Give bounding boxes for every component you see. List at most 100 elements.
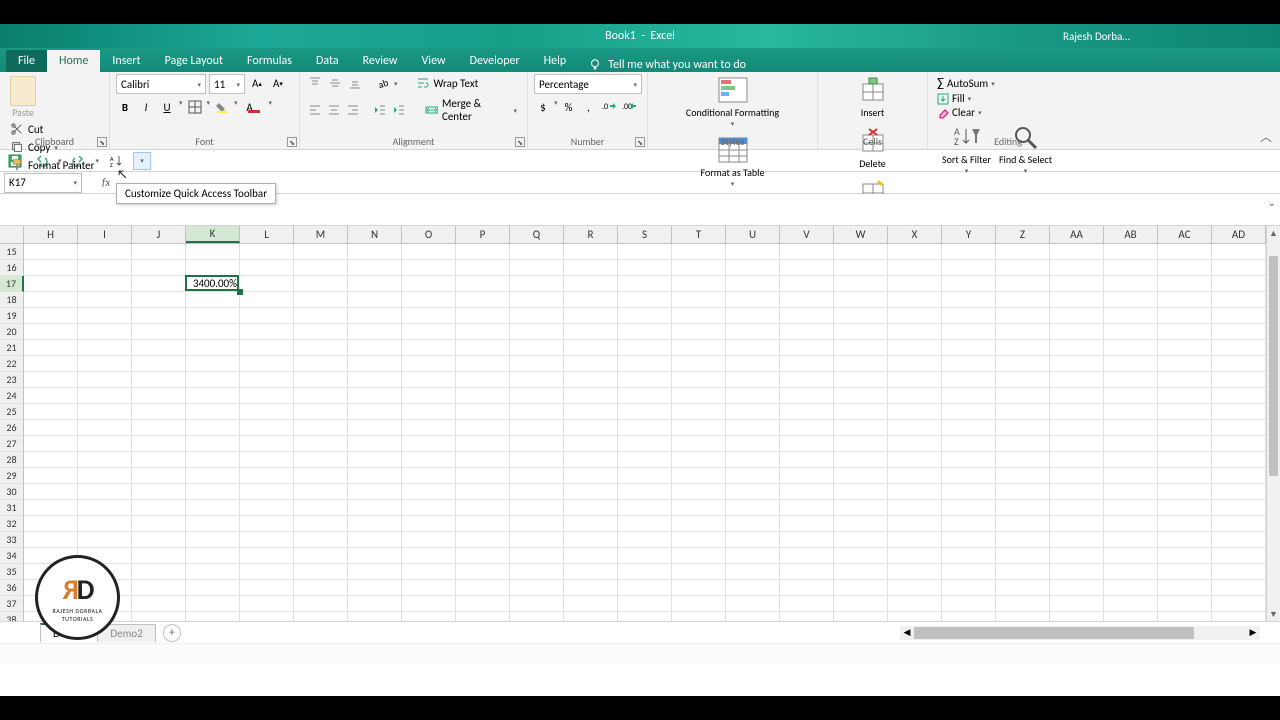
cell-Q16[interactable]: [510, 260, 564, 276]
cell-V31[interactable]: [780, 500, 834, 516]
fill-button[interactable]: Fill ▾: [934, 92, 1082, 105]
cell-Z17[interactable]: [996, 276, 1050, 292]
font-size-combo[interactable]: 11▾: [209, 74, 245, 94]
cell-I23[interactable]: [78, 372, 132, 388]
cell-N38[interactable]: [348, 612, 402, 621]
cell-K25[interactable]: [186, 404, 240, 420]
cell-K29[interactable]: [186, 468, 240, 484]
cell-M36[interactable]: [294, 580, 348, 596]
col-header-V[interactable]: V: [780, 226, 834, 243]
cell-H18[interactable]: [24, 292, 78, 308]
cell-I22[interactable]: [78, 356, 132, 372]
cell-J28[interactable]: [132, 452, 186, 468]
cell-AD23[interactable]: [1212, 372, 1266, 388]
cell-I33[interactable]: [78, 532, 132, 548]
col-header-Z[interactable]: Z: [996, 226, 1050, 243]
tell-me-search[interactable]: Tell me what you want to do: [588, 58, 746, 72]
cell-L27[interactable]: [240, 436, 294, 452]
cell-Q33[interactable]: [510, 532, 564, 548]
cell-N21[interactable]: [348, 340, 402, 356]
cell-I26[interactable]: [78, 420, 132, 436]
cell-O26[interactable]: [402, 420, 456, 436]
cell-M35[interactable]: [294, 564, 348, 580]
cell-T16[interactable]: [672, 260, 726, 276]
cell-W31[interactable]: [834, 500, 888, 516]
tab-insert[interactable]: Insert: [100, 50, 152, 72]
cell-AC33[interactable]: [1158, 532, 1212, 548]
col-header-I[interactable]: I: [78, 226, 132, 243]
chevron-down-icon[interactable]: ▾: [234, 98, 238, 116]
cell-P24[interactable]: [456, 388, 510, 404]
cell-AB18[interactable]: [1104, 292, 1158, 308]
cell-W26[interactable]: [834, 420, 888, 436]
cell-Y17[interactable]: [942, 276, 996, 292]
cell-Q37[interactable]: [510, 596, 564, 612]
cell-Z31[interactable]: [996, 500, 1050, 516]
cell-AB21[interactable]: [1104, 340, 1158, 356]
cell-T24[interactable]: [672, 388, 726, 404]
cell-O21[interactable]: [402, 340, 456, 356]
cell-X23[interactable]: [888, 372, 942, 388]
cell-V23[interactable]: [780, 372, 834, 388]
chevron-down-icon[interactable]: ▾: [179, 98, 183, 116]
cell-AB15[interactable]: [1104, 244, 1158, 260]
cell-I20[interactable]: [78, 324, 132, 340]
cell-Y20[interactable]: [942, 324, 996, 340]
row-header-18[interactable]: 18: [0, 292, 24, 308]
cell-H31[interactable]: [24, 500, 78, 516]
cell-Z20[interactable]: [996, 324, 1050, 340]
cell-AA31[interactable]: [1050, 500, 1104, 516]
row-header-32[interactable]: 32: [0, 516, 24, 532]
cell-N18[interactable]: [348, 292, 402, 308]
cell-Y23[interactable]: [942, 372, 996, 388]
cell-X15[interactable]: [888, 244, 942, 260]
cell-AA36[interactable]: [1050, 580, 1104, 596]
cell-I27[interactable]: [78, 436, 132, 452]
cell-V37[interactable]: [780, 596, 834, 612]
cell-U21[interactable]: [726, 340, 780, 356]
cell-R35[interactable]: [564, 564, 618, 580]
cell-AB31[interactable]: [1104, 500, 1158, 516]
font-color-button[interactable]: A: [241, 98, 259, 116]
cell-S28[interactable]: [618, 452, 672, 468]
cell-AD26[interactable]: [1212, 420, 1266, 436]
cell-M28[interactable]: [294, 452, 348, 468]
cell-J19[interactable]: [132, 308, 186, 324]
chevron-down-icon[interactable]: ▾: [269, 98, 273, 116]
cell-R34[interactable]: [564, 548, 618, 564]
cell-M17[interactable]: [294, 276, 348, 292]
cell-Y30[interactable]: [942, 484, 996, 500]
orientation-button[interactable]: ab: [374, 74, 392, 92]
cell-H17[interactable]: [24, 276, 78, 292]
cell-U35[interactable]: [726, 564, 780, 580]
cell-O15[interactable]: [402, 244, 456, 260]
cell-Q15[interactable]: [510, 244, 564, 260]
cell-Q34[interactable]: [510, 548, 564, 564]
cell-H28[interactable]: [24, 452, 78, 468]
cell-L33[interactable]: [240, 532, 294, 548]
cell-R37[interactable]: [564, 596, 618, 612]
cell-Q24[interactable]: [510, 388, 564, 404]
cell-T29[interactable]: [672, 468, 726, 484]
cell-L15[interactable]: [240, 244, 294, 260]
cell-AA27[interactable]: [1050, 436, 1104, 452]
tab-review[interactable]: Review: [351, 50, 410, 72]
cell-AD19[interactable]: [1212, 308, 1266, 324]
cell-X26[interactable]: [888, 420, 942, 436]
add-sheet-button[interactable]: +: [163, 624, 181, 642]
number-format-combo[interactable]: Percentage▾: [534, 74, 642, 94]
cell-R32[interactable]: [564, 516, 618, 532]
cell-M33[interactable]: [294, 532, 348, 548]
col-header-Y[interactable]: Y: [942, 226, 996, 243]
cell-AB35[interactable]: [1104, 564, 1158, 580]
cell-AA18[interactable]: [1050, 292, 1104, 308]
cell-V21[interactable]: [780, 340, 834, 356]
cell-Q22[interactable]: [510, 356, 564, 372]
cell-Z27[interactable]: [996, 436, 1050, 452]
scroll-up-arrow[interactable]: ▲: [1267, 226, 1280, 240]
cell-S20[interactable]: [618, 324, 672, 340]
scroll-left-arrow[interactable]: ◀: [900, 626, 914, 640]
sort-filter-button[interactable]: AZ Sort & Filter ▾: [940, 121, 993, 177]
cell-K15[interactable]: [186, 244, 240, 260]
tab-view[interactable]: View: [410, 50, 458, 72]
